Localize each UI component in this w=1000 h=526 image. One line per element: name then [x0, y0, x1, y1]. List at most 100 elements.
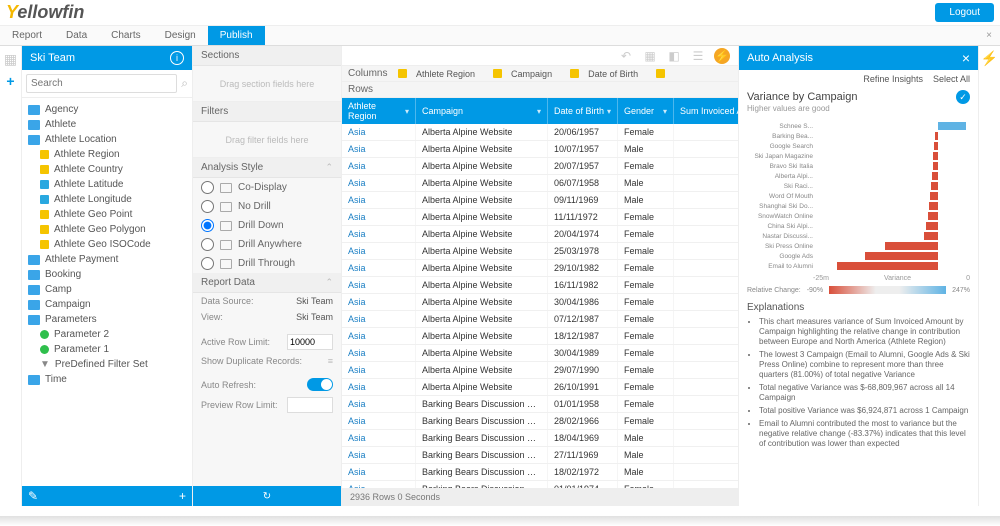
- sections-drop[interactable]: Drag section fields here: [193, 66, 341, 102]
- dropdown-icon[interactable]: ▾: [663, 107, 667, 116]
- table-row[interactable]: AsiaBarking Bears Discussion Board18/04/…: [342, 430, 738, 447]
- dropdown-icon[interactable]: ▾: [537, 107, 541, 116]
- tree-node[interactable]: Booking: [22, 267, 192, 282]
- layout-icon[interactable]: ◧: [666, 48, 682, 64]
- search-input[interactable]: [26, 74, 177, 93]
- refine-insights-button[interactable]: Refine Insights: [863, 74, 923, 84]
- close-icon[interactable]: ×: [978, 26, 1000, 45]
- tree-node[interactable]: Time: [22, 372, 192, 387]
- grid-footer: 2936 Rows 0 Seconds: [342, 488, 738, 506]
- column-header[interactable]: Gender▾: [618, 98, 674, 124]
- preview-row-limit-input[interactable]: [287, 397, 333, 413]
- table-row[interactable]: AsiaBarking Bears Discussion Board01/01/…: [342, 481, 738, 488]
- tree-node[interactable]: Athlete Payment: [22, 252, 192, 267]
- table-row[interactable]: AsiaAlberta Alpine Website20/07/1957Fema…: [342, 158, 738, 175]
- tree-node[interactable]: Athlete Country: [22, 162, 192, 177]
- tree-node[interactable]: Athlete Geo Point: [22, 207, 192, 222]
- sections-header[interactable]: Sections: [193, 46, 341, 66]
- table-row[interactable]: AsiaAlberta Alpine Website30/04/1989Fema…: [342, 345, 738, 362]
- undo-icon[interactable]: ↶: [618, 48, 634, 64]
- drill-label: Drill Down: [238, 220, 284, 231]
- auto-refresh-toggle[interactable]: [307, 378, 333, 391]
- tree-node[interactable]: Athlete Location: [22, 132, 192, 147]
- tree-node[interactable]: Parameter 1: [22, 342, 192, 357]
- column-header[interactable]: Date of Birth▾: [548, 98, 618, 124]
- drill-radio[interactable]: [201, 181, 214, 194]
- table-icon[interactable]: ▦: [642, 48, 658, 64]
- folder-icon: [28, 270, 40, 280]
- table-row[interactable]: AsiaBarking Bears Discussion Board01/01/…: [342, 396, 738, 413]
- table-row[interactable]: AsiaBarking Bears Discussion Board27/11/…: [342, 447, 738, 464]
- tree-node[interactable]: ▼PreDefined Filter Set: [22, 357, 192, 372]
- grid-icon[interactable]: ▦: [4, 52, 18, 66]
- tree-node[interactable]: Athlete Geo ISOCode: [22, 237, 192, 252]
- tab-charts[interactable]: Charts: [99, 26, 152, 45]
- dropdown-icon[interactable]: ▾: [607, 107, 611, 116]
- drill-radio[interactable]: [201, 257, 214, 270]
- tree-node[interactable]: Athlete Geo Polygon: [22, 222, 192, 237]
- column-pill[interactable]: [656, 69, 670, 79]
- drill-radio[interactable]: [201, 219, 214, 232]
- column-pill[interactable]: Date of Birth: [570, 69, 638, 79]
- tree-node[interactable]: Camp: [22, 282, 192, 297]
- drill-radio[interactable]: [201, 200, 214, 213]
- tree-node[interactable]: Athlete Region: [22, 147, 192, 162]
- tab-publish[interactable]: Publish: [208, 26, 265, 45]
- list-icon[interactable]: ☰: [690, 48, 706, 64]
- tab-data[interactable]: Data: [54, 26, 99, 45]
- close-icon[interactable]: ×: [962, 50, 970, 66]
- table-row[interactable]: AsiaAlberta Alpine Website25/03/1978Fema…: [342, 243, 738, 260]
- tree-node[interactable]: Parameter 2: [22, 327, 192, 342]
- select-all-button[interactable]: Select All: [933, 74, 970, 84]
- info-icon[interactable]: i: [170, 51, 184, 65]
- column-header[interactable]: Athlete Region▾: [342, 98, 416, 124]
- table-row[interactable]: AsiaBarking Bears Discussion Board28/02/…: [342, 413, 738, 430]
- check-icon[interactable]: ✓: [956, 90, 970, 104]
- folder-icon: [28, 375, 40, 385]
- drill-radio[interactable]: [201, 238, 214, 251]
- tree-node[interactable]: Athlete Latitude: [22, 177, 192, 192]
- rows-label: Rows: [348, 84, 373, 95]
- bolt-icon[interactable]: ⚡: [981, 50, 998, 67]
- table-row[interactable]: AsiaAlberta Alpine Website29/10/1982Fema…: [342, 260, 738, 277]
- table-row[interactable]: AsiaAlberta Alpine Website11/11/1972Fema…: [342, 209, 738, 226]
- tree-node[interactable]: Athlete: [22, 117, 192, 132]
- table-row[interactable]: AsiaAlberta Alpine Website06/07/1958Male: [342, 175, 738, 192]
- add-icon[interactable]: +: [4, 74, 18, 88]
- table-row[interactable]: AsiaAlberta Alpine Website29/07/1990Fema…: [342, 362, 738, 379]
- table-row[interactable]: AsiaAlberta Alpine Website09/11/1969Male: [342, 192, 738, 209]
- column-header[interactable]: Campaign▾: [416, 98, 548, 124]
- report-data-header[interactable]: Report Data⌃: [193, 273, 341, 293]
- tree-node[interactable]: Parameters: [22, 312, 192, 327]
- search-icon[interactable]: ⌕: [181, 76, 188, 91]
- filters-drop[interactable]: Drag filter fields here: [193, 122, 341, 158]
- dropdown-icon[interactable]: ▾: [405, 107, 409, 116]
- active-row-limit-input[interactable]: [287, 334, 333, 350]
- datasource-label: Data Source:: [201, 296, 296, 306]
- duplicate-menu-icon[interactable]: ≡: [328, 356, 333, 366]
- analysis-style-header[interactable]: Analysis Style⌃: [193, 158, 341, 178]
- table-row[interactable]: AsiaAlberta Alpine Website18/12/1987Fema…: [342, 328, 738, 345]
- tab-design[interactable]: Design: [153, 26, 208, 45]
- table-row[interactable]: AsiaAlberta Alpine Website30/04/1986Fema…: [342, 294, 738, 311]
- tab-report[interactable]: Report: [0, 26, 54, 45]
- logout-button[interactable]: Logout: [935, 3, 994, 22]
- table-row[interactable]: AsiaBarking Bears Discussion Board18/02/…: [342, 464, 738, 481]
- add-field-icon[interactable]: +: [179, 489, 186, 503]
- tree-node[interactable]: Campaign: [22, 297, 192, 312]
- bolt-icon[interactable]: ⚡: [714, 48, 730, 64]
- refresh-icon[interactable]: ↻: [263, 491, 271, 502]
- column-pill[interactable]: Campaign: [493, 69, 552, 79]
- table-row[interactable]: AsiaAlberta Alpine Website20/04/1974Fema…: [342, 226, 738, 243]
- edit-icon[interactable]: ✎: [28, 489, 38, 503]
- filters-header[interactable]: Filters: [193, 102, 341, 122]
- table-row[interactable]: AsiaAlberta Alpine Website16/11/1982Fema…: [342, 277, 738, 294]
- column-pill[interactable]: Athlete Region: [398, 69, 475, 79]
- column-header[interactable]: Sum Invoiced Am▾: [674, 98, 738, 124]
- table-row[interactable]: AsiaAlberta Alpine Website26/10/1991Fema…: [342, 379, 738, 396]
- tree-node[interactable]: Athlete Longitude: [22, 192, 192, 207]
- table-row[interactable]: AsiaAlberta Alpine Website20/06/1957Fema…: [342, 124, 738, 141]
- table-row[interactable]: AsiaAlberta Alpine Website10/07/1957Male: [342, 141, 738, 158]
- table-row[interactable]: AsiaAlberta Alpine Website07/12/1987Fema…: [342, 311, 738, 328]
- tree-node[interactable]: Agency: [22, 102, 192, 117]
